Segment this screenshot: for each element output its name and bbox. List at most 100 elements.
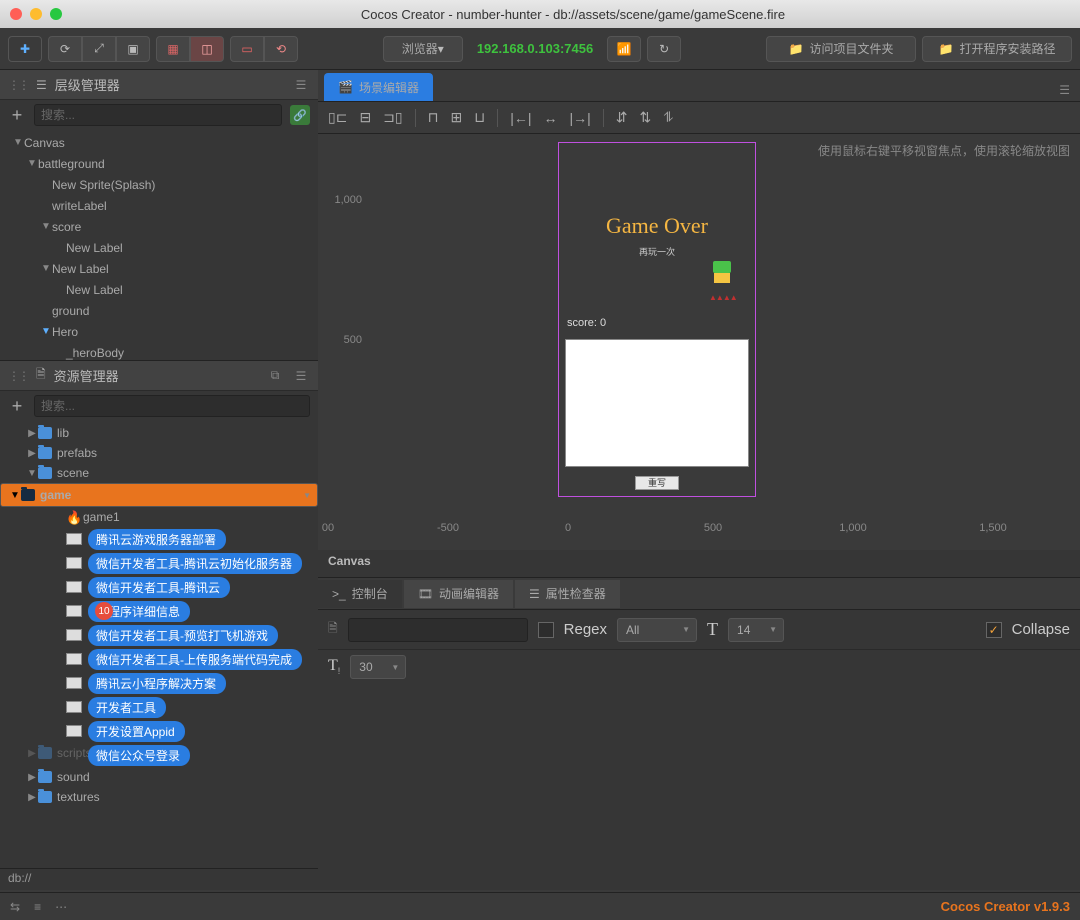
add-button[interactable]: ✚ <box>8 36 42 62</box>
tab-menu-icon[interactable]: ☰ <box>1055 79 1074 101</box>
asset-prefabs[interactable]: ▶prefabs <box>0 443 318 463</box>
maximize-icon[interactable] <box>50 8 62 20</box>
align-center-icon[interactable]: ⊟ <box>359 109 371 126</box>
align-left-icon[interactable]: ▯⊏ <box>328 109 347 126</box>
regex-checkbox[interactable] <box>538 622 554 638</box>
link-icon[interactable]: 🔗 <box>290 105 310 125</box>
tree-node-sprite[interactable]: New Sprite(Splash) <box>0 174 318 195</box>
browser-dropdown[interactable]: 浏览器 ▾ <box>383 36 463 62</box>
popout-icon[interactable]: ⧉ <box>266 367 284 385</box>
text-icon: T! <box>328 657 340 676</box>
tag-7[interactable]: 腾讯云小程序解决方案 <box>88 673 226 694</box>
db-icon[interactable]: ≡ <box>34 900 41 914</box>
tag-9[interactable]: 开发设置Appid <box>88 721 185 742</box>
tag-6[interactable]: 微信开发者工具-上传服务端代码完成 <box>88 649 302 670</box>
drag-icon[interactable]: ⋮⋮ <box>8 369 28 383</box>
drag-icon[interactable]: ⋮⋮ <box>8 78 28 92</box>
asset-sound[interactable]: ▶sound <box>0 767 318 787</box>
scene-tabbar: 🎬场景编辑器 ☰ <box>318 70 1080 102</box>
console-panel: 🗎 Regex All T 14 Collapse T! 30 <box>318 610 1080 890</box>
retry-label: 再玩一次 <box>559 245 755 258</box>
tab-animation[interactable]: 🎞动画编辑器 <box>404 580 513 608</box>
tree-node-hero[interactable]: ▼Hero <box>0 321 318 342</box>
tag-8[interactable]: 开发者工具 <box>88 697 166 718</box>
asset-lib[interactable]: ▶lib <box>0 423 318 443</box>
menu-icon[interactable]: ☰ <box>292 76 310 94</box>
tag-5[interactable]: 微信开发者工具-预览打飞机游戏 <box>88 625 278 646</box>
db-path: db:// <box>0 868 318 890</box>
fontsize2-select[interactable]: 30 <box>350 655 406 679</box>
tree-node-writelabel[interactable]: writeLabel <box>0 195 318 216</box>
tag-10[interactable]: 微信公众号登录 <box>88 745 190 766</box>
tool-rotate[interactable]: ⟲ <box>264 36 298 62</box>
align-mid-icon[interactable]: ⊞ <box>451 109 463 126</box>
collapse-label: Collapse <box>1012 621 1070 638</box>
asset-textures[interactable]: ▶textures <box>0 787 318 807</box>
wifi-icon[interactable]: 📶 <box>607 36 641 62</box>
tab-console[interactable]: >_控制台 <box>318 580 402 608</box>
asset-game-folder[interactable]: ▼game <box>0 483 318 507</box>
tab-properties[interactable]: ☰属性检查器 <box>515 580 620 608</box>
tag-3[interactable]: 微信开发者工具-腾讯云 <box>88 577 230 598</box>
collapse-checkbox[interactable] <box>986 622 1002 638</box>
dist-v1-icon[interactable]: ⇵ <box>616 109 628 126</box>
tree-node-label1[interactable]: New Label <box>0 237 318 258</box>
viewport-hint: 使用鼠标右键平移视窗焦点，使用滚轮缩放视图 <box>818 142 1070 159</box>
grid-button[interactable]: ▦ <box>156 36 190 62</box>
dist-r-icon[interactable]: |→| <box>570 110 591 126</box>
hierarchy-search-input[interactable] <box>34 104 282 126</box>
anchor-button[interactable]: ▣ <box>116 36 150 62</box>
hero-shadow: ▲▲▲▲ <box>709 293 737 299</box>
tree-node-ground[interactable]: ground <box>0 300 318 321</box>
tree-node-herobody[interactable]: _heroBody <box>0 342 318 360</box>
asset-scene[interactable]: ▼scene <box>0 463 318 483</box>
tag-2[interactable]: 微信开发者工具-腾讯云初始化服务器 <box>88 553 302 574</box>
version-label: Cocos Creator v1.9.3 <box>941 899 1070 914</box>
align-top-icon[interactable]: ⊓ <box>428 109 439 126</box>
align-right-icon[interactable]: ⊐▯ <box>383 109 402 126</box>
list-icon: ☰ <box>36 78 47 92</box>
close-icon[interactable] <box>10 8 22 20</box>
canvas-breadcrumb: Canvas <box>318 550 1080 578</box>
refresh-button[interactable]: ⟳ <box>48 36 82 62</box>
statusbar: ⇆ ≡ ⋯ Cocos Creator v1.9.3 <box>0 892 1080 920</box>
assets-search-input[interactable] <box>34 395 310 417</box>
scene-viewport[interactable]: 使用鼠标右键平移视窗焦点，使用滚轮缩放视图 1,000 500 00 -500 … <box>318 134 1080 550</box>
tree-node-canvas[interactable]: ▼Canvas <box>0 132 318 153</box>
visit-folder-button[interactable]: 📁访问项目文件夹 <box>766 36 916 62</box>
add-node-button[interactable]: + <box>8 105 26 126</box>
dist-v2-icon[interactable]: ⇅ <box>640 109 652 126</box>
console-filter-input[interactable] <box>348 618 528 642</box>
dist-h-icon[interactable]: |←| <box>510 110 531 126</box>
tree-node-label3[interactable]: New Label <box>0 279 318 300</box>
link-icon[interactable]: ⋯ <box>55 900 67 914</box>
ruler-horizontal: 00 -500 0 500 1,000 1,500 <box>318 522 1080 542</box>
text-size-icon: T <box>707 619 718 640</box>
add-asset-button[interactable]: + <box>8 396 26 417</box>
tool-rect[interactable]: ▭ <box>230 36 264 62</box>
ip-label: 192.168.0.103:7456 <box>469 41 601 56</box>
bottom-tabs: >_控制台 🎞动画编辑器 ☰属性检查器 <box>318 578 1080 610</box>
dist-c-icon[interactable]: ↔ <box>544 110 558 126</box>
level-select[interactable]: All <box>617 618 697 642</box>
asset-game1[interactable]: 🔥game1 <box>0 507 318 527</box>
tag-1[interactable]: 腾讯云游戏服务器部署 <box>88 529 226 550</box>
sync-icon[interactable]: ⇆ <box>10 900 20 914</box>
tab-scene-editor[interactable]: 🎬场景编辑器 <box>324 73 433 101</box>
open-install-button[interactable]: 📁打开程序安装路径 <box>922 36 1072 62</box>
dist-v3-icon[interactable]: ⥮ <box>663 109 673 126</box>
reload-button[interactable]: ↻ <box>647 36 681 62</box>
expand-button[interactable]: ⤢ <box>82 36 116 62</box>
rewrite-button[interactable]: 重写 <box>635 476 679 490</box>
minimize-icon[interactable] <box>30 8 42 20</box>
tree-node-label2[interactable]: ▼New Label <box>0 258 318 279</box>
assets-title: 资源管理器 <box>54 366 258 385</box>
fontsize-select[interactable]: 14 <box>728 618 784 642</box>
menu-icon[interactable]: ☰ <box>292 367 310 385</box>
align-bot-icon[interactable]: ⊔ <box>474 109 485 126</box>
snap-button[interactable]: ◫ <box>190 36 224 62</box>
tree-node-battleground[interactable]: ▼battleground <box>0 153 318 174</box>
clear-icon[interactable]: 🗎 <box>328 619 338 640</box>
canvas-stage[interactable]: Game Over 再玩一次 ▲▲▲▲ score: 0 重写 <box>558 142 756 497</box>
tree-node-score[interactable]: ▼score <box>0 216 318 237</box>
